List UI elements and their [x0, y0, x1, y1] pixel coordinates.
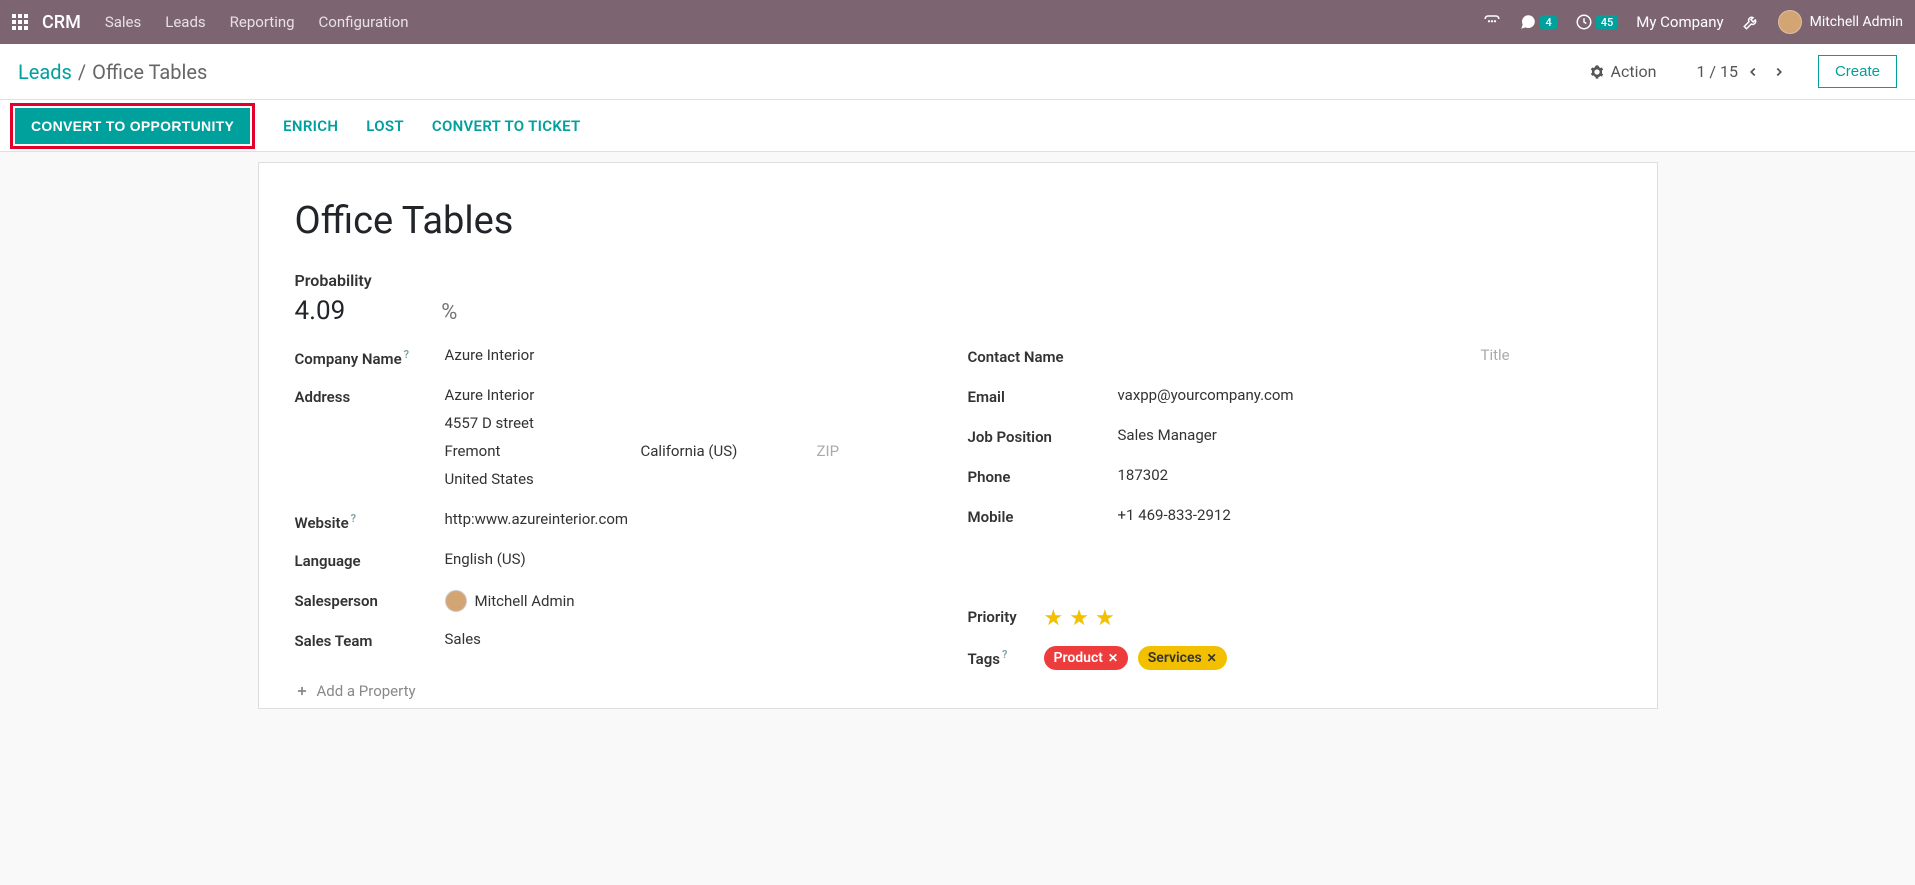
right-column: Contact Name Title Email vaxpp@yourcompa… [968, 346, 1621, 700]
breadcrumb-bar: Leads / Office Tables Action 1 / 15 Crea… [0, 44, 1915, 100]
address-zip[interactable]: ZIP [817, 442, 840, 460]
language-label: Language [295, 550, 445, 570]
phone-label: Phone [968, 466, 1118, 486]
star-icon[interactable]: ★ [1069, 606, 1089, 631]
priority-stars[interactable]: ★ ★ ★ [1044, 606, 1621, 631]
convert-opportunity-button[interactable]: CONVERT TO OPPORTUNITY [15, 108, 250, 144]
website-label: Website? [295, 510, 445, 532]
breadcrumb: Leads / Office Tables [18, 60, 1589, 84]
help-icon[interactable]: ? [1002, 648, 1007, 661]
add-property-button[interactable]: Add a Property [295, 682, 948, 700]
help-icon[interactable]: ? [351, 512, 356, 525]
language-value[interactable]: English (US) [445, 550, 948, 568]
contact-label: Contact Name [968, 346, 1118, 366]
priority-label: Priority [968, 606, 1044, 626]
highlight-annotation: CONVERT TO OPPORTUNITY [10, 103, 255, 149]
pager-next-icon[interactable] [1768, 61, 1790, 83]
user-menu[interactable]: Mitchell Admin [1778, 10, 1903, 34]
help-icon[interactable]: ? [404, 348, 409, 361]
address-block[interactable]: Azure Interior 4557 D street Fremont Cal… [445, 386, 948, 498]
star-icon[interactable]: ★ [1095, 606, 1115, 631]
app-brand: CRM [42, 12, 81, 33]
clock-icon[interactable]: 45 [1575, 13, 1619, 31]
create-button[interactable]: Create [1818, 55, 1897, 88]
record-title[interactable]: Office Tables [295, 199, 1621, 243]
nav-sales[interactable]: Sales [105, 13, 141, 31]
probability-percent: % [441, 300, 457, 325]
probability-value[interactable]: 4.09 [295, 296, 346, 326]
email-label: Email [968, 386, 1118, 406]
tools-icon[interactable] [1742, 13, 1760, 31]
chat-badge: 4 [1540, 15, 1556, 30]
salesperson-name: Mitchell Admin [475, 592, 575, 610]
address-label: Address [295, 386, 445, 406]
clock-badge: 45 [1596, 15, 1619, 30]
pager-prev-icon[interactable] [1742, 61, 1764, 83]
mobile-value[interactable]: +1 469-833-2912 [1118, 506, 1621, 524]
tags-label: Tags? [968, 646, 1044, 668]
tag-services[interactable]: Services✕ [1138, 646, 1227, 670]
star-icon[interactable]: ★ [1044, 606, 1064, 631]
sales-team-value[interactable]: Sales [445, 630, 948, 648]
pager: 1 / 15 [1696, 61, 1790, 83]
nav-leads[interactable]: Leads [165, 13, 205, 31]
nav-configuration[interactable]: Configuration [319, 13, 409, 31]
breadcrumb-current: Office Tables [92, 60, 207, 84]
convert-ticket-button[interactable]: CONVERT TO TICKET [432, 117, 581, 135]
apps-icon[interactable] [12, 14, 28, 30]
user-name: Mitchell Admin [1810, 14, 1903, 30]
status-bar: CONVERT TO OPPORTUNITY ENRICH LOST CONVE… [0, 100, 1915, 152]
nav-right: 4 45 My Company Mitchell Admin [1483, 10, 1903, 34]
lost-button[interactable]: LOST [366, 117, 404, 135]
enrich-button[interactable]: ENRICH [283, 117, 338, 135]
email-value[interactable]: vaxpp@yourcompany.com [1118, 386, 1621, 404]
tags-value[interactable]: Product✕ Services✕ [1044, 646, 1621, 670]
sales-team-label: Sales Team [295, 630, 445, 650]
left-column: Company Name? Azure Interior Address Azu… [295, 346, 948, 700]
pager-text[interactable]: 1 / 15 [1696, 62, 1738, 81]
company-label: Company Name? [295, 346, 445, 368]
add-property-label: Add a Property [317, 682, 416, 700]
breadcrumb-separator: / [78, 60, 86, 84]
address-city[interactable]: Fremont [445, 442, 641, 460]
action-label: Action [1611, 62, 1657, 81]
company-value[interactable]: Azure Interior [445, 346, 948, 364]
tag-remove-icon[interactable]: ✕ [1207, 651, 1217, 665]
chat-icon[interactable]: 4 [1519, 13, 1556, 31]
top-nav: CRM Sales Leads Reporting Configuration … [0, 0, 1915, 44]
form-scroll[interactable]: Office Tables Probability 4.09 % Company… [0, 152, 1915, 885]
website-value[interactable]: http:www.azureinterior.com [445, 510, 948, 528]
job-value[interactable]: Sales Manager [1118, 426, 1621, 444]
salesperson-value[interactable]: Mitchell Admin [445, 590, 948, 612]
address-country[interactable]: United States [445, 470, 948, 488]
salesperson-avatar-icon [445, 590, 467, 612]
job-label: Job Position [968, 426, 1118, 446]
breadcrumb-parent[interactable]: Leads [18, 60, 72, 84]
address-state[interactable]: California (US) [641, 442, 817, 460]
phone-value[interactable]: 187302 [1118, 466, 1621, 484]
salesperson-label: Salesperson [295, 590, 445, 610]
phone-icon[interactable] [1483, 13, 1501, 31]
probability-label: Probability [295, 271, 1621, 290]
company-selector[interactable]: My Company [1636, 13, 1723, 31]
tag-remove-icon[interactable]: ✕ [1108, 651, 1118, 665]
address-name[interactable]: Azure Interior [445, 386, 948, 404]
user-avatar-icon [1778, 10, 1802, 34]
form-sheet: Office Tables Probability 4.09 % Company… [258, 162, 1658, 709]
mobile-label: Mobile [968, 506, 1118, 526]
action-menu[interactable]: Action [1589, 62, 1657, 81]
address-street[interactable]: 4557 D street [445, 414, 948, 432]
nav-links: Sales Leads Reporting Configuration [105, 13, 1484, 31]
tag-product[interactable]: Product✕ [1044, 646, 1129, 670]
title-input[interactable]: Title [1481, 346, 1621, 364]
nav-reporting[interactable]: Reporting [230, 13, 295, 31]
